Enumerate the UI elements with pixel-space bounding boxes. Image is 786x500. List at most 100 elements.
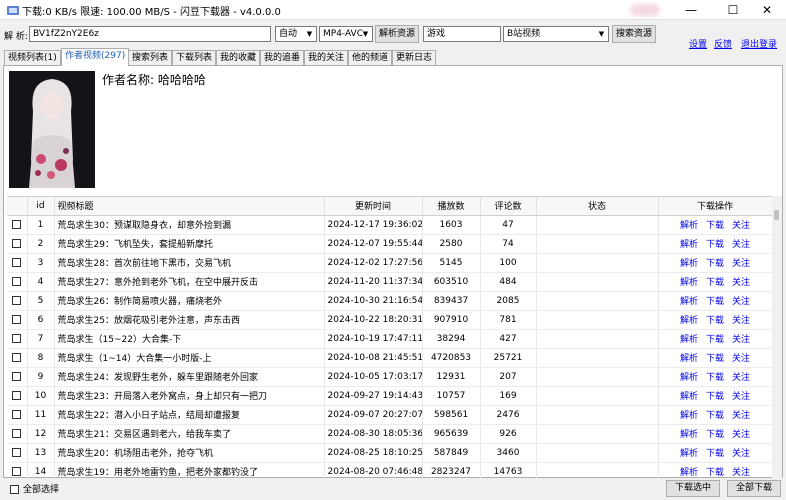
vertical-scrollbar[interactable] bbox=[772, 196, 782, 478]
download-link[interactable]: 下载 bbox=[706, 221, 724, 231]
user-avatar[interactable] bbox=[630, 4, 660, 16]
row-checkbox-box[interactable] bbox=[12, 352, 22, 362]
parse-link[interactable]: 解析 bbox=[680, 373, 698, 383]
follow-link[interactable]: 关注 bbox=[732, 354, 750, 364]
tab-video-list[interactable]: 视频列表(1) bbox=[4, 50, 61, 65]
row-checkbox-box[interactable] bbox=[12, 428, 22, 438]
follow-link[interactable]: 关注 bbox=[732, 316, 750, 326]
table-row[interactable]: 6 荒岛求生25：放烟花吸引老外注意，声东击西 2024-10-22 18:20:3… bbox=[7, 310, 772, 330]
header-id[interactable]: id bbox=[27, 197, 55, 216]
row-checkbox[interactable] bbox=[7, 291, 28, 311]
download-link[interactable]: 下载 bbox=[706, 297, 724, 307]
follow-link[interactable]: 关注 bbox=[732, 240, 750, 250]
parse-link[interactable]: 解析 bbox=[680, 468, 698, 478]
logout-link[interactable]: 退出登录 bbox=[741, 37, 777, 50]
row-ops[interactable]: 解析 下载 关注 bbox=[658, 405, 772, 425]
row-ops[interactable]: 解析 下载 关注 bbox=[658, 386, 772, 406]
parse-link[interactable]: 解析 bbox=[680, 411, 698, 421]
follow-link[interactable]: 关注 bbox=[732, 430, 750, 440]
row-checkbox[interactable] bbox=[7, 367, 28, 387]
row-checkbox[interactable] bbox=[7, 348, 28, 368]
download-link[interactable]: 下载 bbox=[706, 430, 724, 440]
row-checkbox[interactable] bbox=[7, 215, 28, 235]
header-comments[interactable]: 评论数 bbox=[480, 197, 537, 216]
header-title[interactable]: 视频标题 bbox=[54, 197, 325, 216]
follow-link[interactable]: 关注 bbox=[732, 297, 750, 307]
parse-link[interactable]: 解析 bbox=[680, 335, 698, 345]
download-link[interactable]: 下载 bbox=[706, 392, 724, 402]
row-checkbox[interactable] bbox=[7, 253, 28, 273]
parse-input-text[interactable] bbox=[33, 27, 267, 41]
row-checkbox-box[interactable] bbox=[12, 257, 22, 267]
row-checkbox-box[interactable] bbox=[12, 466, 22, 476]
row-ops[interactable]: 解析 下载 关注 bbox=[658, 329, 772, 349]
parse-link[interactable]: 解析 bbox=[680, 449, 698, 459]
row-ops[interactable]: 解析 下载 关注 bbox=[658, 253, 772, 273]
table-row[interactable]: 9 荒岛求生24：发现野生老外，躲车里跟随老外回家 2024-10-05 17:03… bbox=[7, 367, 772, 387]
row-checkbox-box[interactable] bbox=[12, 447, 22, 457]
select-all-checkbox[interactable] bbox=[10, 485, 19, 494]
follow-link[interactable]: 关注 bbox=[732, 221, 750, 231]
follow-link[interactable]: 关注 bbox=[732, 259, 750, 269]
search-input-text[interactable] bbox=[427, 27, 497, 41]
download-link[interactable]: 下载 bbox=[706, 354, 724, 364]
row-ops[interactable]: 解析 下载 关注 bbox=[658, 215, 772, 235]
row-checkbox-box[interactable] bbox=[12, 371, 22, 381]
download-link[interactable]: 下载 bbox=[706, 468, 724, 478]
scrollbar-thumb[interactable] bbox=[774, 210, 779, 220]
follow-link[interactable]: 关注 bbox=[732, 392, 750, 402]
header-time[interactable]: 更新时间 bbox=[324, 197, 423, 216]
follow-link[interactable]: 关注 bbox=[732, 411, 750, 421]
parse-link[interactable]: 解析 bbox=[680, 297, 698, 307]
header-ops[interactable]: 下载操作 bbox=[658, 197, 772, 216]
maximize-button[interactable]: ☐ bbox=[714, 0, 752, 20]
table-row[interactable]: 2 荒岛求生29：飞机坠失，套提船新摩托 2024-12-07 19:55:44 25… bbox=[7, 234, 772, 254]
follow-link[interactable]: 关注 bbox=[732, 373, 750, 383]
select-all[interactable]: 全部选择 bbox=[10, 482, 59, 495]
tab-download-list[interactable]: 下载列表 bbox=[172, 50, 217, 65]
download-link[interactable]: 下载 bbox=[706, 335, 724, 345]
table-row[interactable]: 4 荒岛求生27：意外抢到老外飞机，在空中展开反击 2024-11-20 11:37… bbox=[7, 272, 772, 292]
row-ops[interactable]: 解析 下载 关注 bbox=[658, 348, 772, 368]
row-ops[interactable]: 解析 下载 关注 bbox=[658, 443, 772, 463]
header-status[interactable]: 状态 bbox=[536, 197, 659, 216]
parse-link[interactable]: 解析 bbox=[680, 278, 698, 288]
search-button[interactable]: 搜索资源 bbox=[612, 25, 656, 43]
row-ops[interactable]: 解析 下载 关注 bbox=[658, 462, 772, 478]
tab-bangumi[interactable]: 我的追番 bbox=[260, 50, 305, 65]
row-ops[interactable]: 解析 下载 关注 bbox=[658, 310, 772, 330]
table-row[interactable]: 13 荒岛求生20：机场阻击老外，抢夺飞机 2024-08-25 18:10:25 5… bbox=[7, 443, 772, 463]
row-checkbox[interactable] bbox=[7, 405, 28, 425]
download-link[interactable]: 下载 bbox=[706, 259, 724, 269]
row-checkbox[interactable] bbox=[7, 443, 28, 463]
row-ops[interactable]: 解析 下载 关注 bbox=[658, 234, 772, 254]
header-plays[interactable]: 播放数 bbox=[422, 197, 481, 216]
row-ops[interactable]: 解析 下载 关注 bbox=[658, 424, 772, 444]
table-row[interactable]: 1 荒岛求生30：预谋取隐身衣，却意外捡到漏 2024-12-17 19:36:02… bbox=[7, 215, 772, 235]
download-link[interactable]: 下载 bbox=[706, 278, 724, 288]
row-checkbox[interactable] bbox=[7, 424, 28, 444]
download-link[interactable]: 下载 bbox=[706, 240, 724, 250]
table-row[interactable]: 3 荒岛求生28：首次前往地下黑市，交易飞机 2024-12-02 17:27:56… bbox=[7, 253, 772, 273]
download-link[interactable]: 下载 bbox=[706, 316, 724, 326]
row-checkbox-box[interactable] bbox=[12, 390, 22, 400]
row-checkbox-box[interactable] bbox=[12, 238, 22, 248]
follow-link[interactable]: 关注 bbox=[732, 468, 750, 478]
parse-button[interactable]: 解析资源 bbox=[375, 25, 419, 43]
parse-link[interactable]: 解析 bbox=[680, 316, 698, 326]
minimize-button[interactable]: — bbox=[672, 0, 710, 20]
row-checkbox[interactable] bbox=[7, 386, 28, 406]
source-select[interactable]: B站视频 ▼ bbox=[503, 26, 609, 42]
parse-link[interactable]: 解析 bbox=[680, 392, 698, 402]
row-checkbox-box[interactable] bbox=[12, 295, 22, 305]
row-ops[interactable]: 解析 下载 关注 bbox=[658, 367, 772, 387]
follow-link[interactable]: 关注 bbox=[732, 335, 750, 345]
row-checkbox[interactable] bbox=[7, 272, 28, 292]
tab-favorites[interactable]: 我的收藏 bbox=[216, 50, 261, 65]
feedback-link[interactable]: 反馈 bbox=[714, 37, 732, 50]
close-button[interactable]: ✕ bbox=[748, 0, 786, 20]
row-checkbox-box[interactable] bbox=[12, 333, 22, 343]
row-ops[interactable]: 解析 下载 关注 bbox=[658, 272, 772, 292]
table-row[interactable]: 12 荒岛求生21：交易区遇到老六，给我车卖了 2024-08-30 18:05:3… bbox=[7, 424, 772, 444]
tab-changelog[interactable]: 更新日志 bbox=[392, 50, 437, 65]
